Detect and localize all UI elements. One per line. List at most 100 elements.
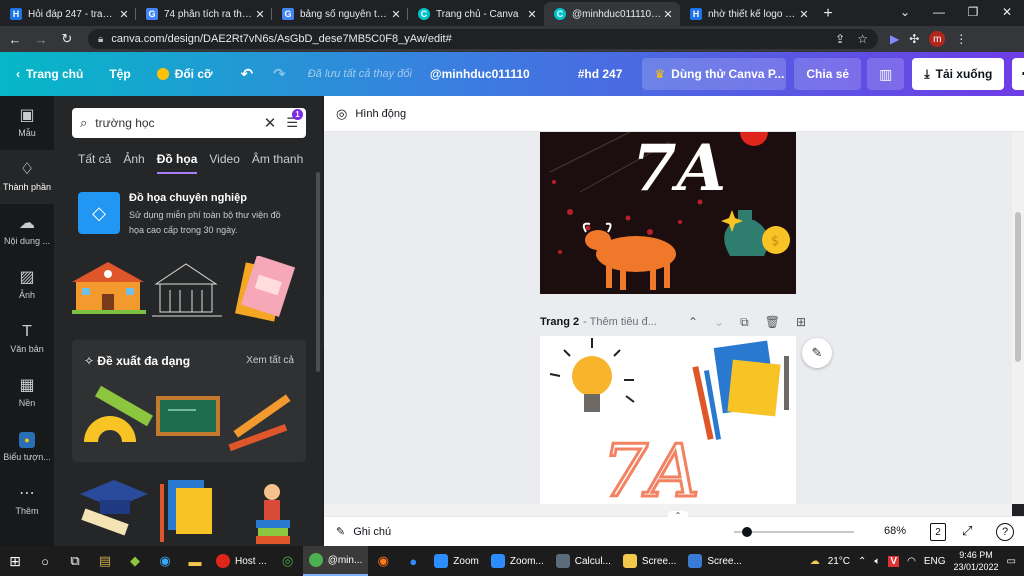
taskbar-app-zoom-2[interactable]: Zoom...: [485, 546, 550, 576]
search-icon[interactable]: ○: [30, 546, 60, 576]
search-input[interactable]: ⌕ trường học ✕ ☰ 1: [72, 108, 306, 138]
file-explorer-icon[interactable]: ▬: [180, 546, 210, 576]
restore-icon[interactable]: ❐: [956, 0, 990, 26]
pro-graphics-promo[interactable]: ◇ Đồ họa chuyên nghiệp Sử dụng miễn phí …: [78, 192, 308, 238]
rail-item-background[interactable]: ▦ Nền: [0, 366, 54, 420]
app-icon[interactable]: ▤: [90, 546, 120, 576]
volume-icon[interactable]: 🔈︎: [874, 556, 880, 567]
design-title[interactable]: #hd 247: [578, 67, 623, 81]
taskbar-app-screenshot[interactable]: Scree...: [617, 546, 682, 576]
graduation-cap-graphic[interactable]: [80, 480, 148, 536]
browser-tab-1[interactable]: H Hỏi đáp 247 - trang tr ✕: [0, 2, 136, 26]
more-options-button[interactable]: ⋯: [1012, 58, 1024, 90]
close-icon[interactable]: ✕: [118, 8, 130, 21]
sketch-school-graphic[interactable]: [152, 263, 222, 317]
help-icon[interactable]: ?: [996, 523, 1014, 541]
tab-graphics[interactable]: Đồ họa: [156, 152, 198, 174]
canvas-vertical-scrollbar[interactable]: [1012, 132, 1024, 504]
notifications-icon[interactable]: ▭: [1007, 556, 1016, 567]
zalo-icon[interactable]: ●: [398, 546, 428, 576]
pencils-graphic[interactable]: [228, 394, 291, 452]
resize-button[interactable]: Đổi cỡ: [156, 67, 213, 81]
edge-icon[interactable]: ◉: [150, 546, 180, 576]
zoom-slider-handle[interactable]: [742, 527, 752, 537]
tab-photos[interactable]: Ảnh: [123, 152, 144, 174]
back-icon[interactable]: ←: [4, 32, 26, 47]
show-hidden-icons[interactable]: ⌃: [858, 556, 866, 567]
minimize-icon[interactable]: —: [922, 0, 956, 26]
undo-icon[interactable]: ↶: [241, 65, 254, 83]
close-icon[interactable]: ✕: [662, 8, 674, 21]
taskbar-app-screenshot-2[interactable]: Scree...: [682, 546, 747, 576]
ruler-graphic[interactable]: [84, 385, 153, 442]
notes-button[interactable]: ✎ Ghi chú: [336, 525, 391, 539]
rail-item-elements[interactable]: ♢ Thành phần: [0, 150, 54, 204]
rail-item-more[interactable]: ⋯ Thêm: [0, 474, 54, 528]
url-field[interactable]: 🔒︎ canva.com/design/DAE2Rt7vN6s/AsGbD_de…: [88, 29, 878, 49]
close-icon[interactable]: ✕: [390, 8, 402, 21]
weather-temp[interactable]: 21°C: [828, 556, 850, 567]
insights-icon[interactable]: ▥: [867, 58, 905, 90]
browser-tab-5-active[interactable]: C @minhduc011110 #h ✕: [544, 2, 680, 26]
share-button[interactable]: Chia sẻ: [794, 58, 862, 90]
menu-dots-icon[interactable]: ⋮: [955, 32, 967, 46]
close-icon[interactable]: ✕: [798, 8, 810, 21]
rail-item-logos[interactable]: ● Biểu tượn...: [0, 420, 54, 474]
close-window-icon[interactable]: ✕: [990, 0, 1024, 26]
rail-item-templates[interactable]: ▣ Mẫu: [0, 96, 54, 150]
rail-item-text[interactable]: T Văn bản: [0, 312, 54, 366]
chevron-down-icon[interactable]: ⌄: [888, 0, 922, 26]
task-view-icon[interactable]: ⧉: [60, 546, 90, 576]
tab-audio[interactable]: Âm thanh: [252, 152, 303, 174]
move-up-icon[interactable]: ⌃: [688, 315, 698, 330]
extension-icon[interactable]: ▶: [890, 32, 899, 46]
panel-scrollbar[interactable]: [316, 172, 320, 372]
animate-button[interactable]: Hình động: [355, 108, 406, 120]
tab-video[interactable]: Video: [209, 152, 239, 174]
share-icon[interactable]: ⇪: [835, 32, 845, 46]
taskbar-app-opera[interactable]: Host ...: [210, 546, 273, 576]
canva-pro-trial-button[interactable]: ♛ Dùng thử Canva P...: [642, 58, 787, 90]
add-page-icon[interactable]: ⊞: [796, 315, 806, 330]
duplicate-page-icon[interactable]: ⧉: [740, 315, 749, 330]
taskbar-app-chrome[interactable]: @min...: [302, 546, 369, 576]
zoom-level[interactable]: 68%: [884, 525, 906, 537]
browser-tab-6[interactable]: H nhờ thiết kế logo có c ✕: [680, 2, 816, 26]
chrome-icon[interactable]: ◎: [273, 546, 303, 576]
close-icon[interactable]: ✕: [254, 8, 266, 21]
school-graphic[interactable]: [72, 262, 146, 314]
wifi-icon[interactable]: ◠: [907, 556, 916, 567]
firefox-icon[interactable]: ◉: [368, 546, 398, 576]
close-icon[interactable]: ✕: [526, 8, 538, 21]
windows-start-icon[interactable]: ⊞: [0, 546, 30, 576]
file-menu[interactable]: Tệp: [109, 67, 130, 81]
home-link[interactable]: ‹ Trang chủ: [16, 67, 83, 81]
filter-icon[interactable]: ☰ 1: [286, 109, 303, 131]
comment-add-icon[interactable]: ✎: [802, 338, 832, 368]
forward-icon[interactable]: →: [30, 32, 52, 47]
tab-all[interactable]: Tất cả: [78, 152, 111, 174]
see-all-link[interactable]: Xem tất cả: [246, 355, 294, 366]
taskbar-app-zoom[interactable]: Zoom: [428, 546, 485, 576]
chevron-up-icon[interactable]: ⌃: [668, 511, 688, 521]
avatar[interactable]: m: [929, 31, 946, 47]
language[interactable]: ENG: [924, 556, 946, 567]
rail-item-uploads[interactable]: ☁ Nội dung ...: [0, 204, 54, 258]
puzzle-icon[interactable]: ✣: [909, 32, 919, 46]
page-1[interactable]: 7A $: [540, 132, 796, 294]
rail-item-photos[interactable]: ▨ Ảnh: [0, 258, 54, 312]
clear-icon[interactable]: ✕: [264, 114, 277, 132]
fullscreen-icon[interactable]: ⤢: [962, 523, 972, 539]
page-2[interactable]: 7A: [540, 336, 796, 504]
student-on-books-graphic[interactable]: [256, 484, 290, 544]
zoom-slider[interactable]: [734, 527, 854, 537]
reload-icon[interactable]: ↻: [56, 31, 78, 47]
move-down-icon[interactable]: ⌄: [714, 315, 724, 330]
page-count-button[interactable]: 2: [930, 523, 946, 541]
browser-tab-3[interactable]: G bảng số nguyên tố nh ✕: [272, 2, 408, 26]
browser-tab-2[interactable]: G 74 phân tích ra thừa s ✕: [136, 2, 272, 26]
redo-icon[interactable]: ↷: [273, 65, 286, 83]
chalkboard-graphic[interactable]: [156, 396, 220, 436]
vietkey-icon[interactable]: V: [888, 555, 900, 567]
books-graphic[interactable]: [160, 480, 212, 542]
